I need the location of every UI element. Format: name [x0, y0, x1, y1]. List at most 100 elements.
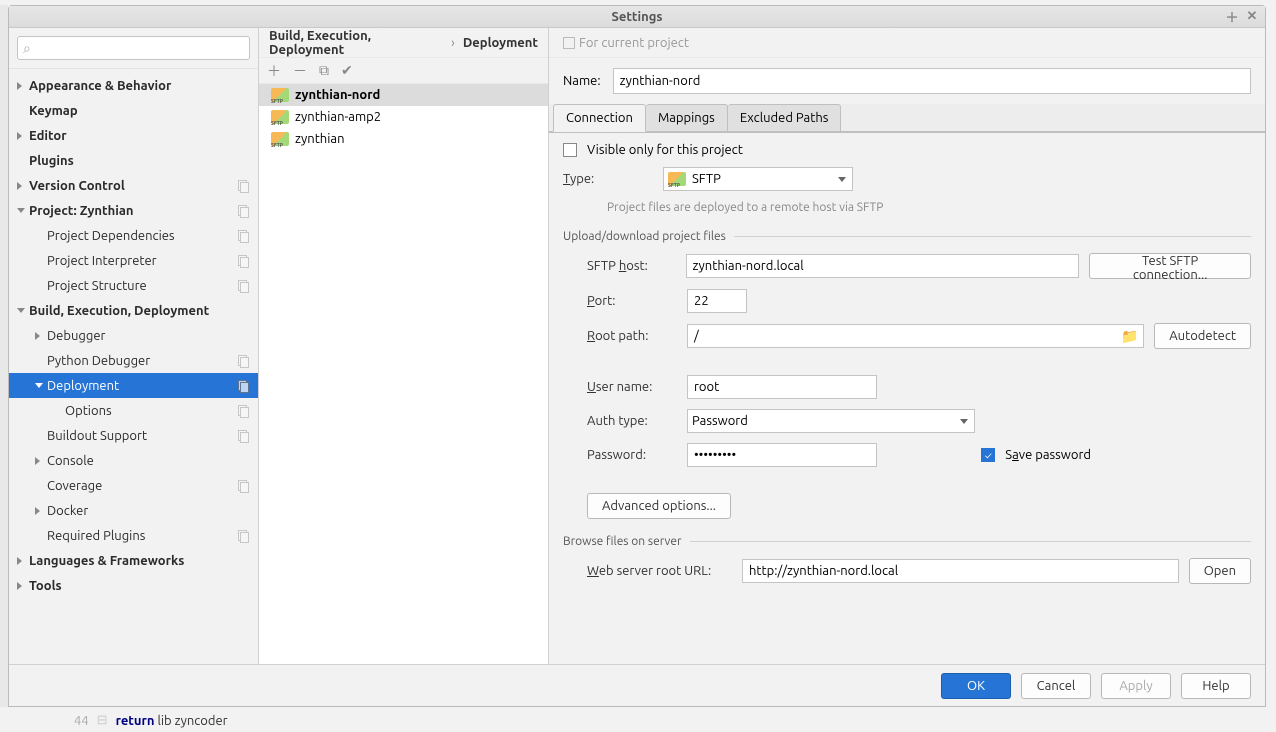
project-scope-icon [236, 480, 248, 492]
host-input[interactable] [686, 254, 1080, 278]
tree-item-project-structure[interactable]: Project Structure [9, 273, 258, 298]
window-minimize-icon[interactable]: ＋ [1225, 10, 1239, 24]
tree-item-deployment[interactable]: Deployment [9, 373, 258, 398]
tree-item-label: Project Structure [47, 279, 147, 293]
save-password-checkbox[interactable]: ✓ [981, 448, 995, 462]
tree-item-label: Console [47, 454, 94, 468]
tree-item-label: Options [65, 404, 112, 418]
breadcrumb: Build, Execution, Deployment › Deploymen… [259, 28, 548, 58]
server-item-label: zynthian-nord [295, 88, 380, 102]
server-item-zynthian-nord[interactable]: zynthian-nord [259, 84, 548, 106]
project-scope-icon [236, 280, 248, 292]
remove-server-icon[interactable]: － [293, 61, 307, 81]
name-input[interactable] [613, 68, 1251, 94]
tree-item-version-control[interactable]: Version Control [9, 173, 258, 198]
port-input[interactable] [687, 289, 747, 313]
connection-panel: Visible only for this project Type: SFTP… [549, 132, 1265, 664]
project-scope-icon [236, 380, 248, 392]
set-default-icon[interactable]: ✔ [341, 62, 353, 79]
visible-only-checkbox[interactable] [563, 143, 577, 157]
tree-item-label: Required Plugins [47, 529, 145, 543]
autodetect-button[interactable]: Autodetect [1154, 323, 1251, 349]
tree-arrow-icon [17, 582, 22, 590]
window-body: Appearance & Behavior Keymap Editor Plugins… [9, 28, 1265, 664]
tree-item-label: Project: Zynthian [29, 204, 134, 218]
tree-item-project-zynthian[interactable]: Project: Zynthian [9, 198, 258, 223]
host-label: SFTP host: [587, 259, 676, 273]
tree-item-label: Keymap [29, 104, 78, 118]
password-input[interactable] [687, 443, 877, 467]
tree-arrow-icon [17, 82, 22, 90]
tree-item-editor[interactable]: Editor [9, 123, 258, 148]
copy-server-icon[interactable]: ⧉ [319, 62, 329, 79]
tree-arrow-icon [17, 208, 25, 213]
tree-item-label: Build, Execution, Deployment [29, 304, 209, 318]
apply-button[interactable]: Apply [1101, 673, 1171, 699]
tab-excluded-paths[interactable]: Excluded Paths [728, 104, 842, 132]
cancel-button[interactable]: Cancel [1021, 673, 1091, 699]
ok-button[interactable]: OK [941, 673, 1011, 699]
tree-item-project-dependencies[interactable]: Project Dependencies [9, 223, 258, 248]
tree-item-label: Project Dependencies [47, 229, 175, 243]
auth-type-select[interactable]: Password [687, 409, 975, 433]
settings-window: Settings ＋ ✕ Appearance & Behavior Keymap… [8, 5, 1266, 707]
server-item-zynthian[interactable]: zynthian [259, 128, 548, 150]
tree-item-project-interpreter[interactable]: Project Interpreter [9, 248, 258, 273]
tree-item-label: Editor [29, 129, 67, 143]
window-title: Settings [611, 10, 662, 24]
tree-item-coverage[interactable]: Coverage [9, 473, 258, 498]
tree-item-label: Python Debugger [47, 354, 150, 368]
window-close-icon[interactable]: ✕ [1245, 10, 1259, 24]
main-pane: For current project Name: ConnectionMapp… [549, 28, 1265, 664]
tree-item-keymap[interactable]: Keymap [9, 98, 258, 123]
tree-item-label: Project Interpreter [47, 254, 157, 268]
root-path-input[interactable]: / [694, 329, 1121, 343]
line-number: 44 [74, 714, 89, 728]
add-server-icon[interactable]: ＋ [267, 61, 281, 81]
server-item-zynthian-amp2[interactable]: zynthian-amp2 [259, 106, 548, 128]
open-button[interactable]: Open [1189, 558, 1251, 584]
tree-item-console[interactable]: Console [9, 448, 258, 473]
tree-item-tools[interactable]: Tools [9, 573, 258, 598]
breadcrumb-a: Build, Execution, Deployment [269, 29, 443, 57]
server-list-toolbar: ＋ － ⧉ ✔ [259, 58, 548, 84]
tree-item-docker[interactable]: Docker [9, 498, 258, 523]
advanced-options-button[interactable]: Advanced options... [587, 493, 731, 519]
deployment-list-pane: Build, Execution, Deployment › Deploymen… [259, 28, 549, 664]
sftp-icon [271, 110, 289, 124]
search-wrap [9, 28, 258, 69]
test-connection-button[interactable]: Test SFTP connection... [1089, 253, 1251, 279]
tree-item-appearance-behavior[interactable]: Appearance & Behavior [9, 73, 258, 98]
current-project-hint: For current project [549, 28, 1265, 58]
tree-item-languages-frameworks[interactable]: Languages & Frameworks [9, 548, 258, 573]
web-url-input[interactable] [742, 559, 1179, 583]
search-input[interactable] [17, 36, 250, 60]
tree-item-required-plugins[interactable]: Required Plugins [9, 523, 258, 548]
username-input[interactable] [687, 375, 877, 399]
tab-mappings[interactable]: Mappings [646, 104, 728, 132]
tab-connection[interactable]: Connection [553, 104, 646, 132]
project-scope-icon [236, 230, 248, 242]
root-label: Root path: [587, 329, 677, 343]
project-scope-icon [236, 530, 248, 542]
tree-item-python-debugger[interactable]: Python Debugger [9, 348, 258, 373]
project-scope-icon [236, 355, 248, 367]
tree-item-label: Docker [47, 504, 88, 518]
tree-item-buildout-support[interactable]: Buildout Support [9, 423, 258, 448]
tree-item-label: Languages & Frameworks [29, 554, 184, 568]
tree-item-plugins[interactable]: Plugins [9, 148, 258, 173]
tree-item-options[interactable]: Options [9, 398, 258, 423]
tree-item-label: Buildout Support [47, 429, 147, 443]
tree-item-label: Tools [29, 579, 62, 593]
project-scope-icon [236, 405, 248, 417]
tree-item-debugger[interactable]: Debugger [9, 323, 258, 348]
tree-arrow-icon [35, 507, 40, 515]
type-select[interactable]: SFTP [663, 167, 853, 191]
tree-item-label: Version Control [29, 179, 125, 193]
sftp-icon [271, 132, 289, 146]
type-label: Type: [563, 172, 653, 186]
password-label: Password: [587, 448, 677, 462]
help-button[interactable]: Help [1181, 673, 1251, 699]
folder-browse-icon[interactable] [1121, 329, 1139, 343]
tree-item-build-execution-deployment[interactable]: Build, Execution, Deployment [9, 298, 258, 323]
